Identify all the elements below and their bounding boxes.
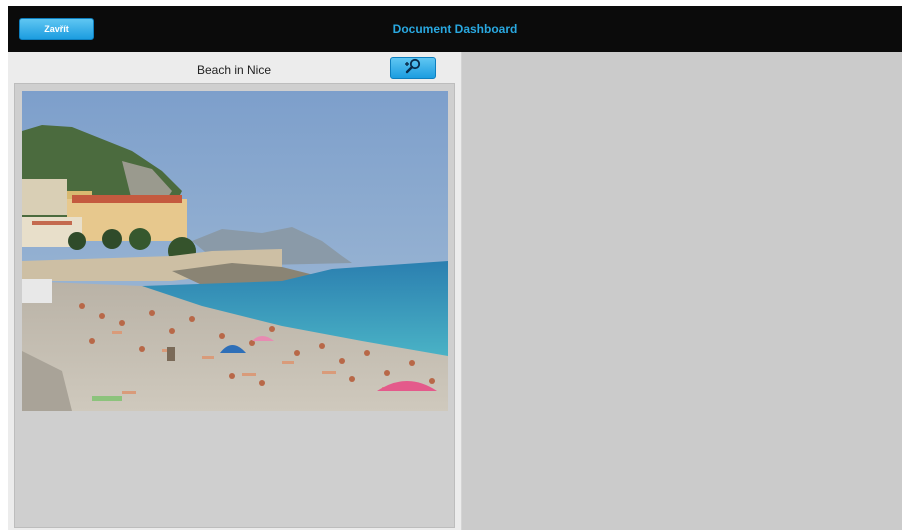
top-bar: Zavřít Document Dashboard bbox=[8, 6, 902, 52]
zoom-button[interactable] bbox=[390, 57, 436, 79]
document-panel: Beach in Nice bbox=[8, 52, 462, 530]
workspace-panel bbox=[462, 52, 902, 530]
zoom-icon bbox=[403, 58, 423, 79]
page-title: Document Dashboard bbox=[392, 22, 518, 36]
document-viewer bbox=[14, 83, 455, 528]
beach-photo bbox=[22, 91, 448, 411]
